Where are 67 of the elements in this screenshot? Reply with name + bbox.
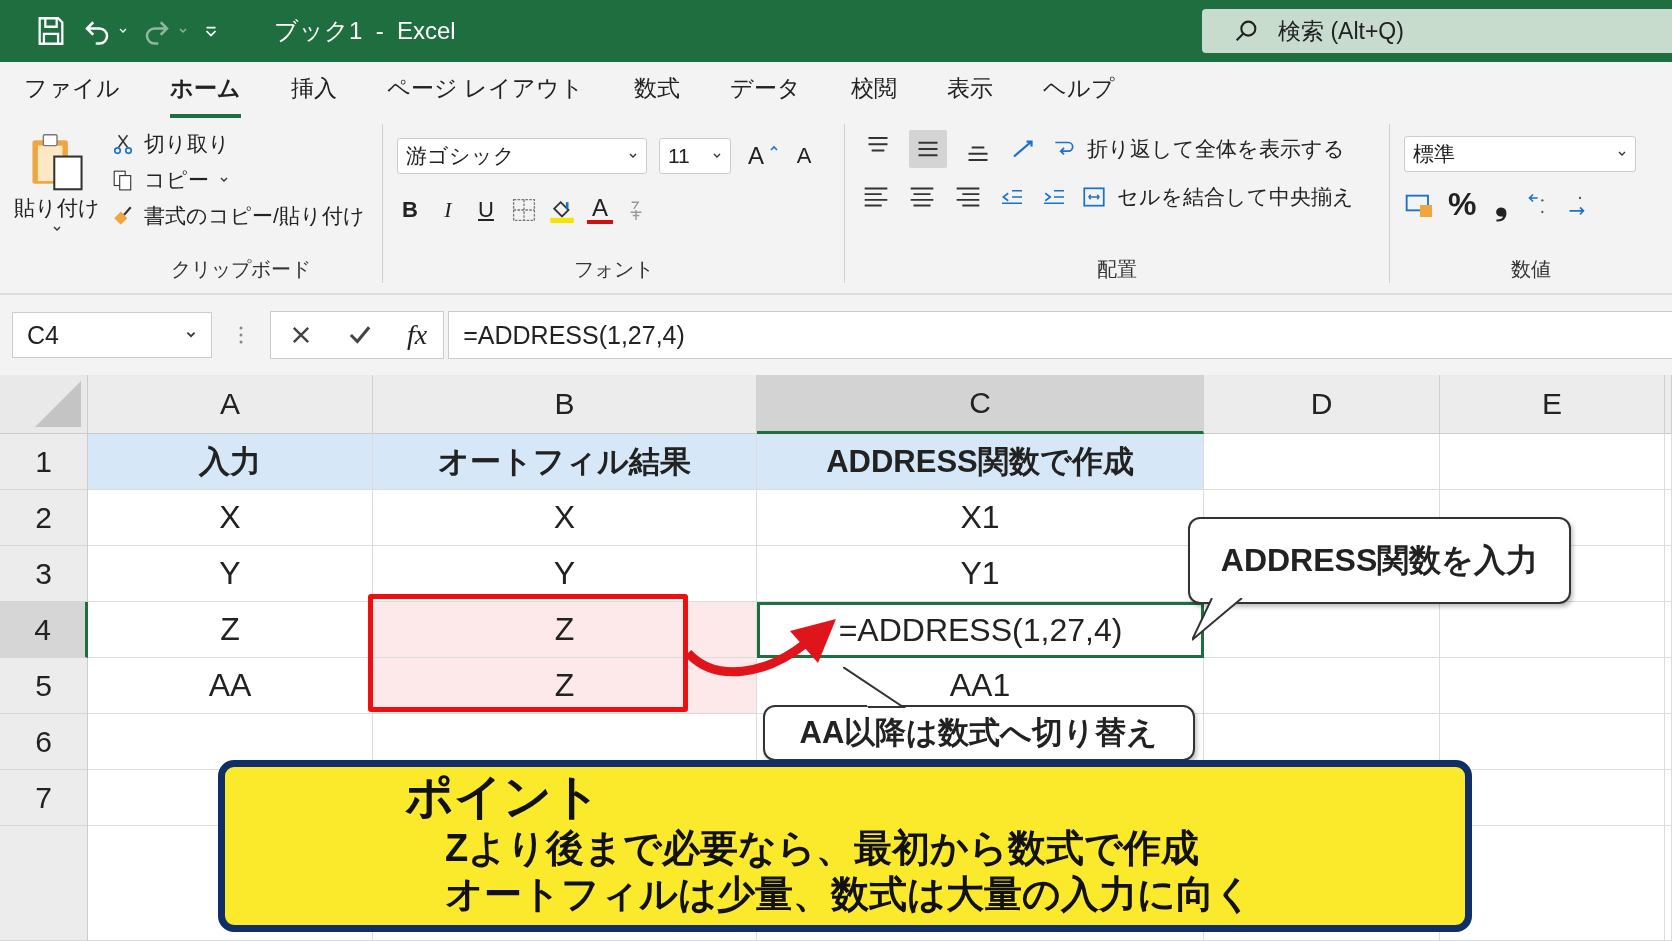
italic-button[interactable]: I (435, 197, 461, 223)
point-text: オートフィルは少量、数式は大量の入力に向く (445, 872, 1254, 917)
comma-button[interactable]: ❟ (1488, 186, 1515, 223)
brush-icon (112, 205, 134, 227)
table-cell: X (373, 490, 757, 546)
ribbon-tab[interactable]: 挿入 (291, 64, 337, 118)
name-box[interactable]: C4 (12, 312, 212, 358)
paste-button[interactable]: 貼り付け (14, 130, 100, 234)
column-header[interactable]: A (88, 375, 373, 434)
ribbon-tab[interactable]: 数式 (634, 64, 681, 118)
column-header[interactable]: B (373, 375, 757, 434)
copy-icon (112, 169, 134, 191)
table-cell: =ADDRESS(1,27,4) (757, 602, 1204, 658)
row-header[interactable]: 6 (0, 714, 88, 770)
ribbon-tab[interactable]: ヘルプ (1043, 64, 1116, 118)
copy-button[interactable]: コピー (112, 166, 365, 194)
row-header[interactable]: 4 (0, 602, 88, 658)
underline-button[interactable]: U (473, 197, 499, 223)
cut-button[interactable]: 切り取り (112, 130, 365, 158)
ribbon-tab[interactable]: 表示 (947, 64, 994, 118)
font-size-dropdown[interactable]: 11 (659, 138, 731, 174)
search-field[interactable]: 検索 (Alt+Q) (1202, 9, 1672, 53)
group-label: 配置 (1096, 257, 1138, 282)
font-color-button[interactable]: A (587, 196, 613, 224)
point-text: Zより後まで必要なら、最初から数式で作成 (445, 826, 1201, 871)
formula-field[interactable]: =ADDRESS(1,27,4) (448, 311, 1672, 359)
table-cell: X (88, 490, 373, 546)
group-label: 数値 (1510, 257, 1552, 282)
row-header[interactable]: 5 (0, 658, 88, 714)
table-cell: 入力 (88, 434, 373, 490)
percent-button[interactable]: % (1448, 186, 1477, 223)
table-cell: ADDRESS関数で作成 (757, 434, 1204, 490)
vertical-align-icon[interactable] (909, 130, 947, 168)
ribbon-tab[interactable]: 校閲 (851, 64, 898, 118)
border-icon[interactable] (511, 197, 537, 223)
font-name-dropdown[interactable]: 游ゴシック (397, 138, 647, 174)
ribbon-tab[interactable]: ファイル (24, 64, 120, 118)
insert-function-button[interactable]: fx (407, 319, 428, 351)
row-header[interactable]: 2 (0, 490, 88, 546)
column-header[interactable]: E (1440, 375, 1665, 434)
shrink-font-button[interactable]: A (791, 143, 817, 169)
row-header[interactable]: 1 (0, 434, 88, 490)
window-title: ブック1 - Excel (274, 16, 456, 46)
merge-cells-icon (1081, 184, 1107, 210)
format-painter-button[interactable]: 書式のコピー/貼り付け (112, 202, 365, 230)
scissors-icon (112, 133, 134, 155)
more-icon[interactable] (238, 325, 244, 345)
table-cell: オートフィル結果 (373, 434, 757, 490)
group-label: クリップボード (170, 257, 312, 282)
clipboard-icon (29, 132, 85, 192)
table-cell: Y (88, 546, 373, 602)
row-header[interactable]: 3 (0, 546, 88, 602)
row-header[interactable]: 7 (0, 770, 88, 826)
column-header[interactable]: C (757, 375, 1204, 434)
point-title: ポイント (405, 769, 602, 825)
number-format-dropdown[interactable]: 標準 (1404, 136, 1636, 172)
caret-up-icon (769, 143, 779, 153)
ribbon-tab[interactable]: データ (730, 64, 802, 118)
column-header[interactable]: D (1204, 375, 1440, 434)
ribbon-tab[interactable]: ページ レイアウト (387, 64, 585, 118)
grow-font-button[interactable]: A (743, 142, 769, 170)
group-label: フォント (572, 257, 655, 282)
merge-center-button[interactable]: セルを結合して中央揃え (1081, 183, 1354, 211)
bold-button[interactable]: B (397, 197, 423, 223)
table-cell: Z (373, 658, 757, 714)
wrap-text-button[interactable]: 折り返して全体を表示する (1051, 135, 1345, 163)
table-cell: Z (373, 602, 757, 658)
